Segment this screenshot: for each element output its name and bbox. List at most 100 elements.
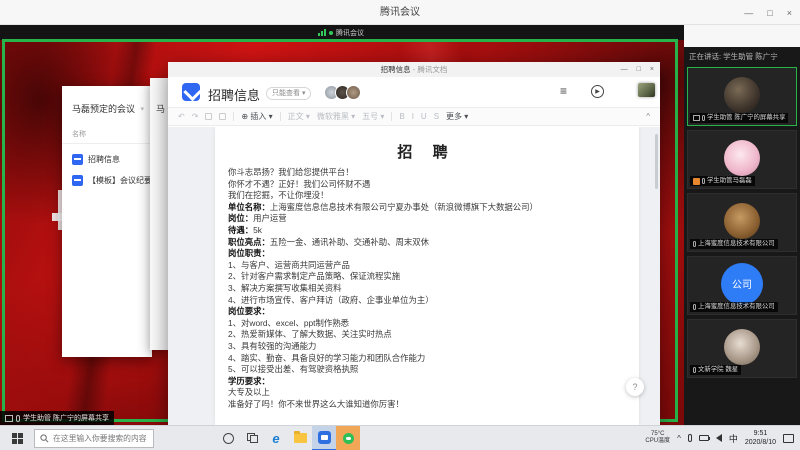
tencent-meeting-taskbar-button[interactable] [336, 426, 360, 450]
participant-name: 学生助管马磊磊 [707, 176, 752, 186]
cortana-button[interactable] [216, 426, 240, 450]
minimize-button[interactable]: — [744, 8, 753, 18]
more-dropdown[interactable]: 更多 ▾ [446, 111, 468, 122]
doc-close-button[interactable]: × [650, 66, 654, 73]
mic-icon [16, 415, 20, 422]
doc-line: 岗位：用户运营 [228, 213, 625, 225]
doc-line: 你斗志昂扬？我们给您提供平台！ [228, 167, 625, 179]
present-icon[interactable]: ▶ [591, 85, 604, 98]
doc-line: 5、可以接受出差、有驾驶资格执照 [228, 364, 625, 376]
sort-caret-icon[interactable]: ▾ [140, 105, 144, 113]
participant-tile[interactable]: 文新学院 魏星 [687, 319, 797, 378]
input-language-indicator[interactable]: 中 [729, 432, 738, 445]
doc-scrollbar[interactable] [655, 134, 658, 189]
doc-list-item-recruit[interactable]: 招聘信息 [62, 144, 152, 165]
search-placeholder: 在这里输入你要搜索的内容 [53, 433, 147, 444]
collaborator-avatars[interactable] [324, 85, 361, 100]
tencent-docs-logo-icon [182, 83, 200, 101]
tencent-meeting-app-icon [343, 433, 354, 444]
action-center-icon[interactable] [783, 434, 794, 443]
task-view-button[interactable] [240, 426, 264, 450]
document-icon [72, 175, 83, 186]
doc-line: 学历要求： [228, 376, 625, 388]
doc-window-controls: — □ × [621, 62, 654, 77]
battery-icon[interactable] [699, 435, 709, 441]
avatar [724, 329, 760, 365]
avatar [724, 140, 760, 176]
participant-tile[interactable]: 上海蜜度信息技术有限公司 [687, 193, 797, 252]
shared-screen-top-strip: 腾讯会议 [0, 25, 684, 40]
doc-line: 职位亮点：五险一金、通讯补助、交通补助、周末双休 [228, 237, 625, 249]
doc-line: 2、针对客户需求制定产品策略、保证流程实施 [228, 271, 625, 283]
file-explorer-button[interactable] [288, 426, 312, 450]
screen-share-indicator: 学生助管 陈广宁的屏幕共享 [0, 411, 114, 425]
tencent-docs-taskbar-button[interactable] [312, 426, 336, 450]
status-dot-icon [329, 31, 333, 35]
doc-line: 1、与客户、运营商共同运营产品 [228, 260, 625, 272]
doc-window-titlebar: 招聘信息 - 腾讯文档 — □ × [168, 62, 660, 77]
strikethrough-button[interactable]: S [434, 112, 439, 121]
signal-icon [318, 29, 326, 36]
cpu-temp-readout: 75°CCPU温度 [645, 431, 670, 445]
view-only-badge[interactable]: 只能查看 ▾ [266, 87, 311, 100]
background-window-sliver[interactable]: 马 [150, 78, 170, 350]
doc-line: 3、具有较强的沟通能力 [228, 341, 625, 353]
window-controls: — □ × [744, 0, 792, 25]
doc-list-item-label: 招聘信息 [88, 154, 120, 165]
taskbar-search-input[interactable]: 在这里输入你要搜索的内容 [34, 429, 154, 448]
avatar [724, 77, 760, 113]
underline-button[interactable]: U [421, 112, 427, 121]
tray-mic-icon[interactable] [688, 434, 692, 442]
font-size-dropdown[interactable]: 五号 ▾ [362, 111, 384, 122]
insert-dropdown[interactable]: ⊕ 插入 ▾ [241, 111, 272, 122]
doc-window-app-name: - 腾讯文档 [411, 65, 448, 74]
italic-button[interactable]: I [412, 112, 414, 121]
doc-line: 岗位职责： [228, 248, 625, 260]
doc-list-column-header: 名称 [62, 115, 152, 144]
undo-icon[interactable]: ↶ [178, 112, 185, 121]
floating-meeting-name: 腾讯会议 [336, 28, 364, 38]
share-indicator-label: 学生助管 陈广宁的屏幕共享 [23, 413, 109, 423]
volume-icon[interactable] [716, 434, 722, 442]
collapse-toolbar-icon[interactable]: ^ [646, 112, 650, 121]
font-dropdown[interactable]: 微软雅黑 ▾ [317, 111, 355, 122]
edge-icon: e [272, 431, 279, 446]
paragraph-style-dropdown[interactable]: 正文 ▾ [288, 111, 310, 122]
clock[interactable]: 9:512020/8/10 [745, 429, 776, 447]
floating-video-thumbnail[interactable] [638, 83, 655, 97]
avatar [724, 203, 760, 239]
edge-button[interactable]: e [264, 426, 288, 450]
doc-line: 4、踏实、勤奋、具备良好的学习能力和团队合作能力 [228, 353, 625, 365]
speaking-now-label: 正在讲话: 学生助管 陈广宁 [689, 51, 797, 62]
format-painter-icon[interactable] [205, 113, 212, 120]
maximize-button[interactable]: □ [767, 8, 772, 18]
bold-button[interactable]: B [399, 112, 404, 121]
participant-name: 文新学院 魏星 [698, 365, 738, 375]
doc-canvas[interactable]: 招 聘 你斗志昂扬？我们给您提供平台！ 你怀才不遇？正好！我们公司怀财不遇 我们… [168, 127, 660, 425]
participant-tile[interactable]: 学生助管马磊磊 [687, 130, 797, 189]
doc-list-item-template[interactable]: 【模板】会议纪要 [62, 165, 152, 186]
start-button[interactable] [0, 426, 34, 450]
doc-line: 大专及以上 [228, 387, 625, 399]
participant-tile[interactable]: 公司 上海蜜度信息技术有限公司 [687, 256, 797, 315]
doc-line: 你怀才不遇？正好！我们公司怀财不遇 [228, 179, 625, 191]
mic-icon [693, 241, 696, 247]
doc-minimize-button[interactable]: — [621, 66, 628, 73]
redo-icon[interactable]: ↷ [192, 112, 199, 121]
doc-header: 招聘信息 只能查看 ▾ ≡ ▶ [168, 77, 660, 108]
clear-format-icon[interactable] [219, 113, 226, 120]
tray-expand-icon[interactable]: ^ [677, 434, 681, 443]
doc-maximize-button[interactable]: □ [637, 66, 641, 73]
mic-icon [693, 304, 696, 310]
close-button[interactable]: × [787, 8, 792, 18]
doc-page[interactable]: 招 聘 你斗志昂扬？我们给您提供平台！ 你怀才不遇？正好！我们公司怀财不遇 我们… [215, 127, 639, 425]
doc-window: 招聘信息 - 腾讯文档 — □ × 招聘信息 只能查看 ▾ ≡ ▶ [168, 62, 660, 425]
participant-tile-sharer[interactable]: 学生助管 陈广宁的屏幕共享 [687, 67, 797, 126]
menu-icon[interactable]: ≡ [560, 84, 567, 98]
folder-icon [294, 433, 307, 443]
participant-name: 上海蜜度信息技术有限公司 [698, 239, 775, 249]
help-button[interactable]: ? [626, 378, 644, 396]
sidebar-top-strip [684, 25, 800, 47]
search-icon [40, 434, 49, 443]
floating-meeting-indicator[interactable]: 腾讯会议 [318, 27, 364, 38]
